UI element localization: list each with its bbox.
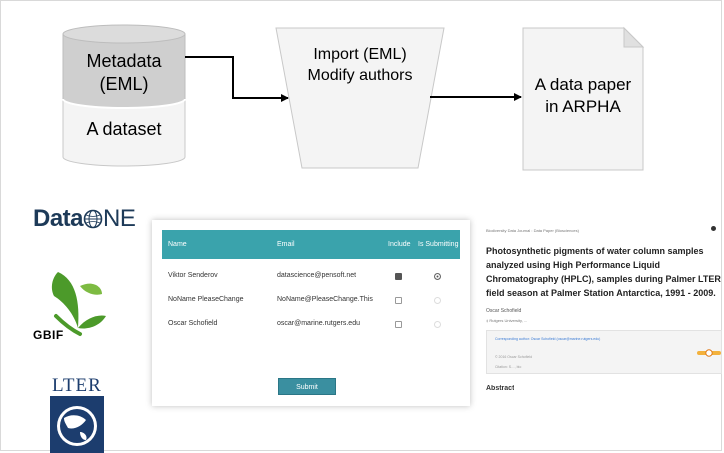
author-name: Viktor Senderov xyxy=(168,272,218,279)
journal-line: Biodiversity Data Journal : Data Paper (… xyxy=(486,228,579,233)
cylinder-top-label: Metadata (EML) xyxy=(86,51,162,94)
include-checkbox[interactable] xyxy=(395,321,402,328)
submitting-radio[interactable] xyxy=(434,273,441,280)
paper-title: Photosynthetic pigments of water column … xyxy=(486,246,721,298)
include-checkbox[interactable] xyxy=(395,273,402,280)
table-row: NoName PleaseChange NoName@PleaseChange.… xyxy=(162,296,460,308)
corresponding-author[interactable]: Corresponding author: Oscar Schofield (o… xyxy=(495,337,600,341)
author-email: datascience@pensoft.net xyxy=(277,272,357,279)
abstract-heading: Abstract xyxy=(486,385,515,391)
menu-dot-icon[interactable] xyxy=(711,226,716,231)
open-access-icon xyxy=(697,349,721,357)
dataone-text-data: Data xyxy=(33,205,84,232)
cylinder-bottom-label: A dataset xyxy=(86,119,162,139)
header-include: Include xyxy=(388,241,411,248)
table-row: Viktor Senderov datascience@pensoft.net xyxy=(162,272,460,284)
arrow-to-import xyxy=(185,56,289,102)
copyright-line: © 2016 Oscar Schofield xyxy=(495,355,533,359)
citation-line: Citation: S…, bio xyxy=(495,365,522,369)
author-email: oscar@marine.rutgers.edu xyxy=(277,320,360,327)
header-email: Email xyxy=(277,241,295,248)
globe-icon xyxy=(83,209,103,229)
trapezoid-label: Import (EML) Modify authors xyxy=(307,46,413,84)
document-label: A data paper in ARPHA xyxy=(534,75,632,116)
table-row: Oscar Schofield oscar@marine.rutgers.edu xyxy=(162,320,460,332)
dataone-text-one: NE xyxy=(103,205,136,232)
submitting-radio[interactable] xyxy=(434,321,441,328)
paper-author: Oscar Schofield xyxy=(486,308,522,314)
author-name: Oscar Schofield xyxy=(168,320,218,327)
author-table-header: Name Email Include Is Submitting xyxy=(162,230,460,259)
lter-logo-text: LTER xyxy=(52,375,102,396)
paper-affiliation: ‡ Rutgers University, ... xyxy=(486,318,528,323)
header-submitting: Is Submitting xyxy=(418,241,459,248)
author-email: NoName@PleaseChange.This xyxy=(277,296,373,303)
submitting-radio[interactable] xyxy=(434,297,441,304)
author-name: NoName PleaseChange xyxy=(168,296,244,303)
dataone-logo: Data NE xyxy=(33,205,136,233)
lter-globe-icon xyxy=(50,396,104,453)
submit-button[interactable]: Submit xyxy=(278,378,336,395)
header-name: Name xyxy=(168,241,187,248)
include-checkbox[interactable] xyxy=(395,297,402,304)
gbif-logo-text: GBIF xyxy=(33,328,64,342)
author-form-panel: Name Email Include Is Submitting Viktor … xyxy=(152,220,470,406)
paper-info-box: Corresponding author: Oscar Schofield (o… xyxy=(486,330,722,374)
